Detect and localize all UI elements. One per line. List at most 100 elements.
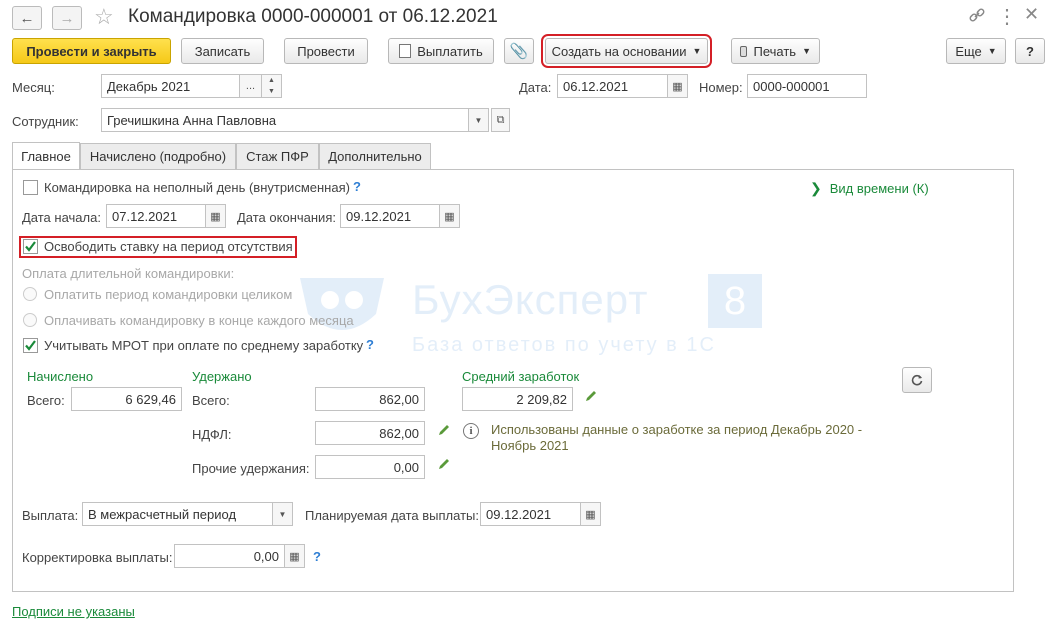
payout-label: Выплата: <box>22 508 79 523</box>
mrot-help-icon[interactable]: ? <box>366 337 374 352</box>
avg-edit-pencil-icon[interactable] <box>584 389 598 406</box>
month-input[interactable]: Декабрь 2021 <box>101 74 240 98</box>
refresh-icon <box>911 374 923 386</box>
chevron-right-icon: ❯ <box>810 180 822 196</box>
release-rate-checkbox[interactable] <box>23 239 38 254</box>
other-withholdings-value: 0,00 <box>315 455 425 479</box>
save-button[interactable]: Записать <box>181 38 264 64</box>
pay-button-label: Выплатить <box>417 43 483 59</box>
partial-day-checkbox[interactable] <box>23 180 38 195</box>
mrot-checkbox[interactable] <box>23 338 38 353</box>
back-button[interactable]: ← <box>12 6 42 30</box>
pay-whole-radio[interactable] <box>23 287 37 301</box>
calendar-icon: ▦ <box>585 508 596 521</box>
ndfl-value: 862,00 <box>315 421 425 445</box>
chevron-down-icon: ▼ <box>474 115 483 125</box>
favorite-star-icon[interactable]: ☆ <box>94 4 114 30</box>
other-withholdings-label: Прочие удержания: <box>192 461 310 476</box>
accrued-heading: Начислено <box>27 369 94 384</box>
pay-monthly-label: Оплачивать командировку в конце каждого … <box>44 313 354 328</box>
long-trip-label: Оплата длительной командировки: <box>22 266 235 281</box>
tab-additional[interactable]: Дополнительно <box>319 143 431 169</box>
number-input[interactable]: 0000-000001 <box>747 74 867 98</box>
arrow-right-icon: → <box>59 9 75 27</box>
partial-day-label: Командировка на неполный день (внутрисме… <box>44 180 350 195</box>
mrot-label: Учитывать МРОТ при оплате по среднему за… <box>44 338 364 353</box>
post-button[interactable]: Провести <box>284 38 368 64</box>
withheld-heading: Удержано <box>192 369 252 384</box>
document-icon <box>399 44 412 58</box>
avg-earnings-info: Использованы данные о заработке за перио… <box>491 422 863 453</box>
help-button[interactable]: ? <box>1015 38 1045 64</box>
print-button[interactable]: Печать ▼ <box>731 38 820 64</box>
end-date-calendar-button[interactable]: ▦ <box>440 204 460 228</box>
more-vertical-icon[interactable]: ⋮ <box>997 4 1017 29</box>
open-window-icon: ⧉ <box>496 113 505 126</box>
payout-dropdown-button[interactable]: ▼ <box>273 502 293 526</box>
link-icon[interactable] <box>968 6 988 26</box>
employee-open-button[interactable]: ⧉ <box>491 108 510 132</box>
month-spinner[interactable]: ▲ ▼ <box>262 74 282 98</box>
time-kind-label: Вид времени (К) <box>829 181 929 196</box>
close-icon[interactable]: ✕ <box>1024 4 1039 25</box>
more-button[interactable]: Еще ▼ <box>946 38 1006 64</box>
calendar-icon: ▦ <box>210 210 221 223</box>
arrow-left-icon: ← <box>19 9 35 27</box>
ndfl-edit-pencil-icon[interactable] <box>437 423 451 440</box>
partial-day-help-icon[interactable]: ? <box>353 179 361 194</box>
create-based-on-label: Создать на основании <box>551 43 687 59</box>
pay-monthly-radio[interactable] <box>23 313 37 327</box>
chevron-down-icon: ▼ <box>802 46 811 56</box>
end-date-input[interactable]: 09.12.2021 <box>340 204 440 228</box>
spin-up-icon[interactable]: ▲ <box>262 75 281 86</box>
window-title: Командировка 0000-000001 от 06.12.2021 <box>128 6 498 27</box>
tab-pfr-seniority[interactable]: Стаж ПФР <box>236 143 319 169</box>
employee-dropdown-button[interactable]: ▼ <box>469 108 489 132</box>
withheld-total-value: 862,00 <box>315 387 425 411</box>
release-rate-label: Освободить ставку на период отсутствия <box>44 239 293 254</box>
correction-label: Корректировка выплаты: <box>22 550 173 565</box>
date-input[interactable]: 06.12.2021 <box>557 74 668 98</box>
avg-earnings-heading: Средний заработок <box>462 369 580 384</box>
other-edit-pencil-icon[interactable] <box>437 457 451 474</box>
correction-calculator-button[interactable]: ▦ <box>285 544 305 568</box>
number-label: Номер: <box>699 80 743 95</box>
correction-help-icon[interactable]: ? <box>313 549 321 564</box>
month-label: Месяц: <box>12 80 55 95</box>
signatures-link[interactable]: Подписи не указаны <box>12 604 135 619</box>
refresh-button[interactable] <box>902 367 932 393</box>
forward-button[interactable]: → <box>52 6 82 30</box>
chevron-down-icon: ▼ <box>278 509 287 519</box>
checkmark-icon <box>25 340 36 351</box>
chevron-down-icon: ▼ <box>987 46 997 56</box>
create-based-on-button[interactable]: Создать на основании ▼ <box>541 34 712 68</box>
correction-input[interactable]: 0,00 <box>174 544 285 568</box>
end-date-label: Дата окончания: <box>237 210 336 225</box>
tab-main[interactable]: Главное <box>12 142 80 170</box>
pay-button[interactable]: Выплатить <box>388 38 494 64</box>
chevron-down-icon: ▼ <box>692 46 702 56</box>
accrued-total-label: Всего: <box>27 393 65 408</box>
avg-earnings-value: 2 209,82 <box>462 387 573 411</box>
paperclip-icon: 📎 <box>509 43 529 60</box>
info-icon: i <box>463 423 479 439</box>
month-select-button[interactable]: ... <box>240 74 262 98</box>
calendar-icon: ▦ <box>444 210 455 223</box>
start-date-calendar-button[interactable]: ▦ <box>206 204 226 228</box>
start-date-input[interactable]: 07.12.2021 <box>106 204 206 228</box>
time-kind-link[interactable]: ❯ Вид времени (К) <box>810 180 929 197</box>
tab-accrued-detail[interactable]: Начислено (подробно) <box>80 143 236 169</box>
date-calendar-button[interactable]: ▦ <box>668 74 688 98</box>
post-and-close-button[interactable]: Провести и закрыть <box>12 38 171 64</box>
planned-date-calendar-button[interactable]: ▦ <box>581 502 601 526</box>
attachment-button[interactable]: 📎 <box>504 38 534 64</box>
pay-whole-label: Оплатить период командировки целиком <box>44 287 293 302</box>
employee-input[interactable]: Гречишкина Анна Павловна <box>101 108 469 132</box>
printer-icon <box>740 45 748 57</box>
planned-date-input[interactable]: 09.12.2021 <box>480 502 581 526</box>
checkmark-icon <box>25 241 36 252</box>
spin-down-icon[interactable]: ▼ <box>262 86 281 97</box>
employee-label: Сотрудник: <box>12 114 79 129</box>
print-button-label: Печать <box>753 43 797 59</box>
payout-select[interactable]: В межрасчетный период <box>82 502 273 526</box>
